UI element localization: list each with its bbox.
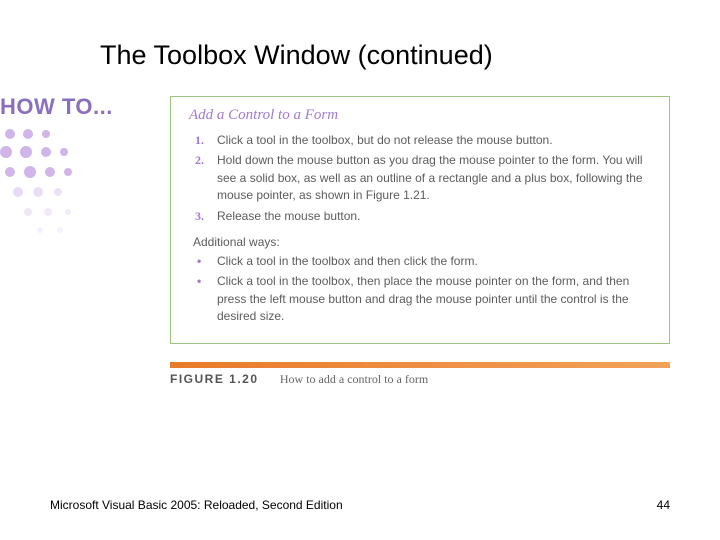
figure-caption: How to add a control to a form: [280, 372, 428, 386]
step-item: Release the mouse button.: [195, 208, 651, 225]
howto-panel-wrap: HOW TO... Add a Control to a Form Click …: [40, 96, 670, 387]
panel-title: Add a Control to a Form: [189, 107, 651, 124]
footer-text: Microsoft Visual Basic 2005: Reloaded, S…: [50, 498, 343, 512]
howto-label: HOW TO...: [0, 94, 175, 120]
bullets-list: Click a tool in the toolbox and then cli…: [195, 253, 651, 326]
slide-title: The Toolbox Window (continued): [100, 40, 670, 71]
steps-list: Click a tool in the toolbox, but do not …: [195, 132, 651, 225]
figure-line: FIGURE 1.20 How to add a control to a fo…: [170, 372, 670, 387]
step-item: Hold down the mouse button as you drag t…: [195, 152, 651, 204]
figure-label: FIGURE 1.20: [170, 372, 259, 386]
bullet-item: Click a tool in the toolbox, then place …: [195, 273, 651, 325]
figure-divider: [170, 362, 670, 368]
slide-footer: Microsoft Visual Basic 2005: Reloaded, S…: [50, 498, 670, 512]
step-item: Click a tool in the toolbox, but do not …: [195, 132, 651, 149]
howto-panel: Add a Control to a Form Click a tool in …: [170, 96, 670, 344]
decorative-dots: [0, 126, 160, 246]
bullet-item: Click a tool in the toolbox and then cli…: [195, 253, 651, 270]
page-number: 44: [657, 498, 670, 512]
additional-ways-label: Additional ways:: [193, 235, 651, 249]
figure-bar: FIGURE 1.20 How to add a control to a fo…: [170, 362, 670, 387]
